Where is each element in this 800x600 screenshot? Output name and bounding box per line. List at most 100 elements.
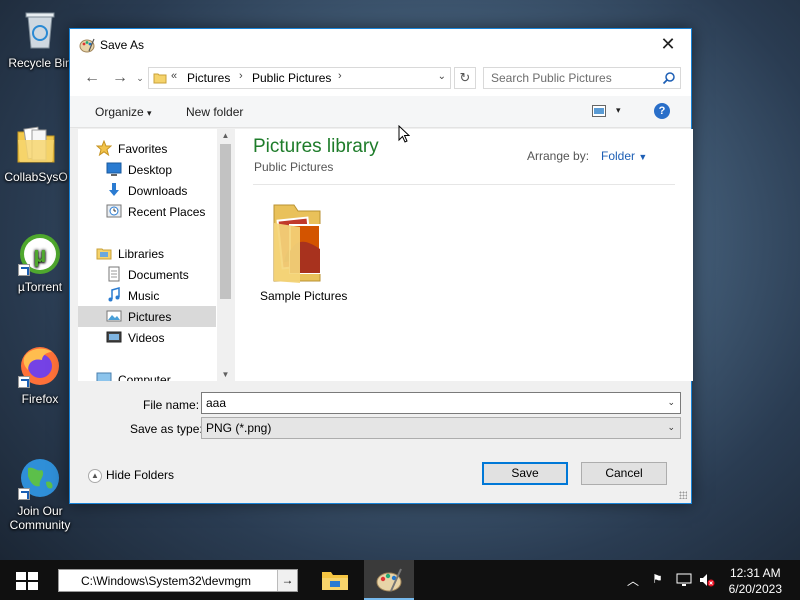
- chevron-down-icon[interactable]: ⌄: [667, 397, 675, 408]
- volume-muted-icon[interactable]: [699, 573, 715, 587]
- sidebar-item-videos[interactable]: Videos: [78, 327, 216, 348]
- cancel-button[interactable]: Cancel: [581, 462, 667, 485]
- desktop-icon-firefox[interactable]: Firefox: [2, 344, 78, 406]
- save-as-type-value: PNG (*.png): [206, 421, 272, 435]
- address-toolbar-value: C:\Windows\System32\devmgm: [81, 574, 252, 588]
- sidebar-item-pictures[interactable]: Pictures: [78, 306, 216, 327]
- go-button[interactable]: →: [277, 570, 297, 591]
- search-placeholder: Search Public Pictures: [491, 71, 612, 85]
- taskbar: C:\Windows\System32\devmgm → ︿ ⚑ 12:31 A…: [0, 560, 800, 600]
- close-icon: ✕: [660, 34, 676, 54]
- address-dropdown-icon[interactable]: ⌄: [438, 71, 446, 82]
- search-input[interactable]: Search Public Pictures: [483, 67, 681, 89]
- scroll-up-icon[interactable]: ▲: [217, 131, 234, 140]
- desktop-icon-join-community[interactable]: Join Our Community: [2, 456, 78, 532]
- address-toolbar-input[interactable]: C:\Windows\System32\devmgm →: [58, 569, 298, 592]
- desktop-icon-label: Firefox: [21, 392, 59, 406]
- file-explorer-taskbar-button[interactable]: [310, 560, 360, 600]
- resize-grip[interactable]: [679, 491, 687, 499]
- navigation-pane[interactable]: Favorites Desktop Downloads Recent Place…: [78, 129, 229, 381]
- folder-label[interactable]: Sample Pictures: [260, 289, 347, 303]
- sidebar-item-label: Documents: [128, 268, 189, 282]
- close-button[interactable]: ✕: [645, 29, 691, 61]
- start-button[interactable]: [0, 560, 52, 600]
- sidebar-item-recent-places[interactable]: Recent Places: [78, 201, 216, 222]
- music-icon: [108, 287, 120, 302]
- firefox-icon: [18, 344, 62, 388]
- computer-icon: [96, 372, 112, 381]
- sidebar-item-favorites[interactable]: Favorites: [78, 138, 216, 159]
- organize-menu[interactable]: Organize ▾: [95, 105, 152, 119]
- divider: [253, 184, 675, 185]
- refresh-icon: ↻: [459, 70, 471, 85]
- documents-icon: [108, 266, 120, 282]
- dialog-titlebar[interactable]: Save As ✕: [70, 29, 691, 61]
- chevron-down-icon: ⌄: [667, 422, 675, 432]
- file-list-pane[interactable]: Pictures library Public Pictures Arrange…: [235, 129, 693, 381]
- file-name-value: aaa: [206, 396, 227, 410]
- breadcrumb-public-pictures[interactable]: Public Pictures: [252, 71, 331, 85]
- breadcrumb-pictures[interactable]: Pictures: [187, 71, 230, 85]
- paint-palette-icon: [79, 38, 95, 53]
- new-folder-button[interactable]: New folder: [186, 105, 243, 119]
- sidebar-item-label: Desktop: [128, 163, 173, 177]
- star-icon: [96, 140, 112, 156]
- paint-taskbar-button[interactable]: [364, 560, 414, 600]
- change-view-icon[interactable]: [592, 105, 606, 117]
- sidebar-item-documents[interactable]: Documents: [78, 264, 216, 285]
- view-dropdown-icon[interactable]: ▾: [616, 105, 621, 116]
- sidebar-item-label: Videos: [128, 331, 165, 345]
- address-bar[interactable]: « Pictures › Public Pictures › ⌄: [148, 67, 451, 89]
- downloads-icon: [109, 183, 119, 196]
- sidebar-item-desktop[interactable]: Desktop: [78, 159, 216, 180]
- navigation-bar: ← → ⌄ « Pictures › Public Pictures › ⌄ ↻…: [70, 61, 691, 96]
- breadcrumb-separator-icon[interactable]: ›: [338, 70, 342, 82]
- chevron-down-icon: ▼: [638, 152, 648, 162]
- desktop-icon-recycle-bin[interactable]: Recycle Bin: [2, 8, 78, 70]
- sidebar-item-downloads[interactable]: Downloads: [78, 180, 216, 201]
- show-hidden-icons-icon[interactable]: ︿: [627, 572, 639, 589]
- scroll-down-icon[interactable]: ▼: [217, 370, 234, 379]
- file-name-field[interactable]: aaa ⌄: [201, 392, 681, 414]
- sidebar-item-music[interactable]: Music: [78, 285, 216, 306]
- navigation-pane-scrollbar[interactable]: ▲ ▼: [217, 129, 234, 381]
- forward-button[interactable]: →: [110, 69, 130, 89]
- utorrent-icon: µ: [18, 232, 62, 276]
- hide-folders-toggle[interactable]: ▲ Hide Folders: [88, 468, 174, 483]
- desktop-icon-collabsys[interactable]: CollabSysO: [0, 122, 74, 184]
- windows-logo-icon: [16, 572, 38, 590]
- back-button[interactable]: ←: [82, 69, 102, 89]
- mouse-cursor-icon: [398, 125, 410, 143]
- save-as-type-label: Save as type:: [130, 422, 203, 436]
- breadcrumb-overflow[interactable]: «: [171, 70, 177, 82]
- help-button[interactable]: ?: [654, 103, 670, 119]
- breadcrumb-separator-icon[interactable]: ›: [239, 70, 243, 82]
- action-center-flag-icon[interactable]: ⚑: [652, 572, 663, 586]
- pictures-folder-icon[interactable]: [260, 201, 330, 285]
- hide-folders-label: Hide Folders: [106, 468, 175, 482]
- arrange-by-label: Arrange by:: [527, 149, 590, 163]
- paint-palette-icon: [376, 568, 402, 592]
- shortcut-arrow-icon: [18, 264, 30, 276]
- command-toolbar: Organize ▾ New folder ▾ ?: [70, 96, 691, 128]
- network-icon[interactable]: [676, 573, 692, 587]
- system-clock[interactable]: 12:31 AM 6/20/2023: [729, 565, 782, 597]
- desktop-icon-utorrent[interactable]: µ µTorrent: [2, 232, 78, 294]
- refresh-button[interactable]: ↻: [454, 67, 476, 89]
- scrollbar-thumb[interactable]: [220, 144, 231, 299]
- sidebar-item-label: Computer: [118, 373, 171, 381]
- recent-locations-button[interactable]: ⌄: [130, 69, 150, 89]
- organize-label: Organize: [95, 105, 144, 119]
- pictures-icon: [106, 310, 122, 322]
- dialog-title: Save As: [100, 38, 145, 52]
- library-subtitle: Public Pictures: [254, 160, 334, 174]
- sidebar-item-computer[interactable]: Computer: [78, 369, 216, 381]
- svg-text:µ: µ: [34, 242, 47, 267]
- arrange-by-dropdown[interactable]: Folder ▼: [601, 149, 647, 163]
- forward-arrow-icon: →: [112, 69, 128, 86]
- help-icon: ?: [658, 105, 666, 117]
- sidebar-item-libraries[interactable]: Libraries: [78, 243, 216, 264]
- arrange-by-value: Folder: [601, 149, 636, 163]
- save-button[interactable]: Save: [482, 462, 568, 485]
- save-as-type-select[interactable]: PNG (*.png) ⌄: [201, 417, 681, 439]
